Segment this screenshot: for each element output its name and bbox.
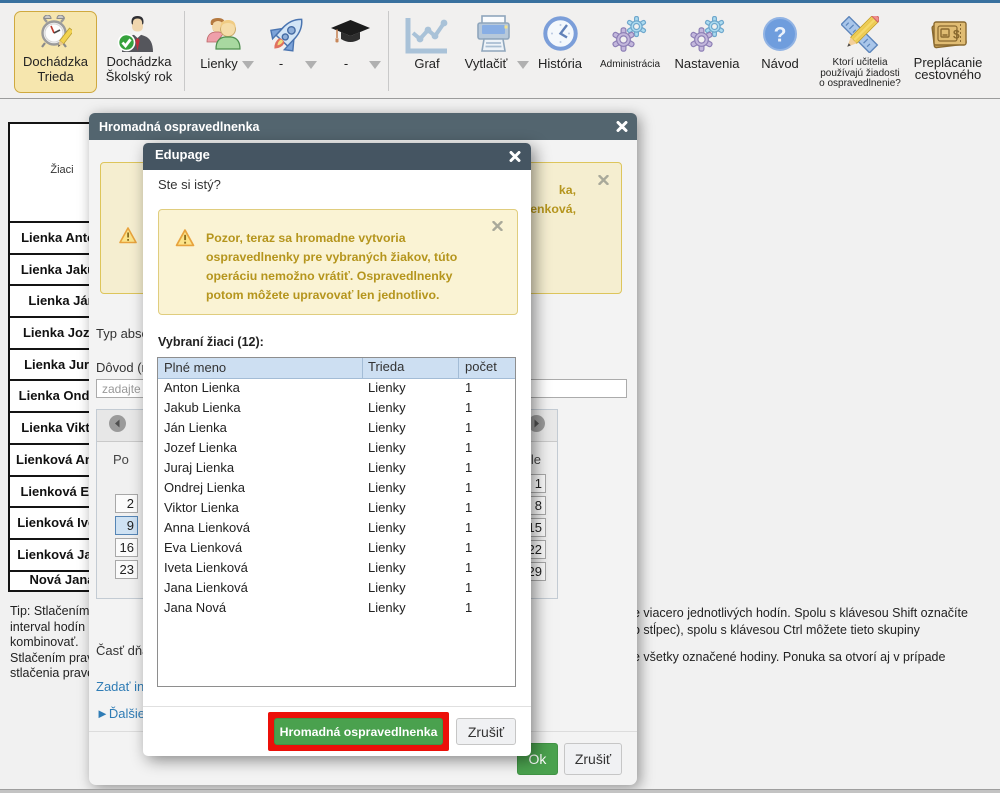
svg-text:?: ? bbox=[774, 24, 787, 47]
svg-text:$: $ bbox=[953, 28, 960, 42]
